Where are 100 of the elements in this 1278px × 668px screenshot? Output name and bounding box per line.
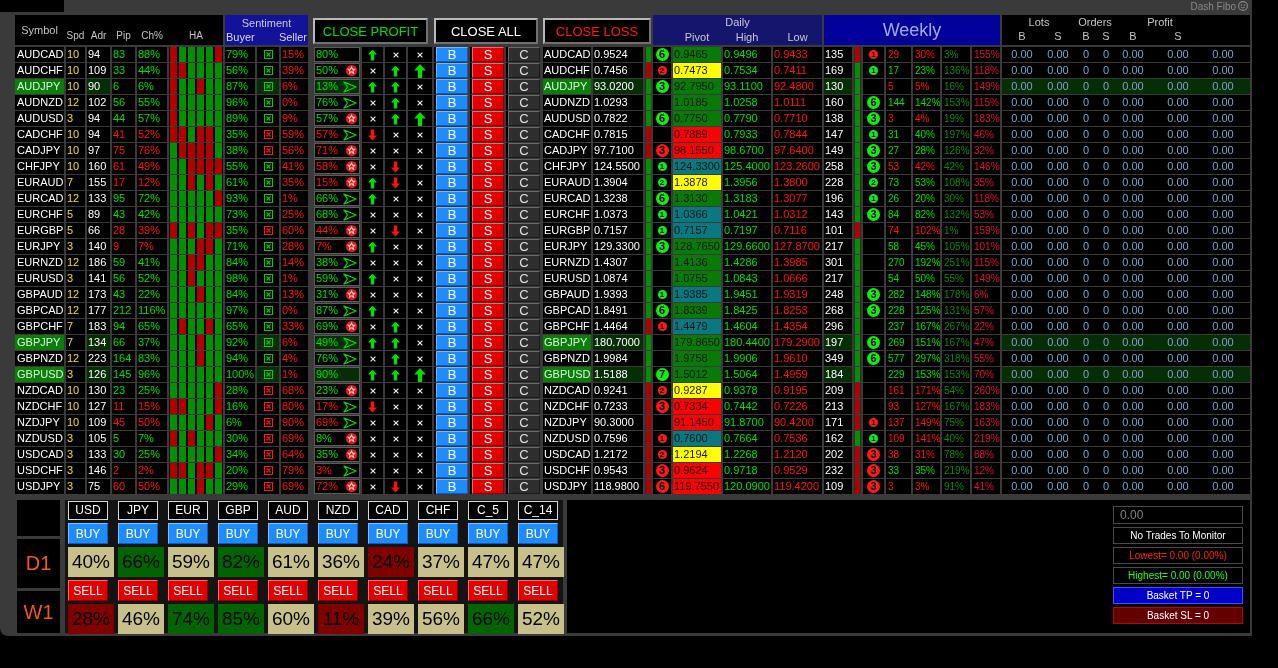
buy-button[interactable]: B xyxy=(436,111,468,126)
close-button[interactable]: C xyxy=(508,143,540,158)
symbol-cell[interactable]: USDCAD xyxy=(15,447,64,462)
symbol-cell[interactable]: EURCHF xyxy=(543,207,591,222)
buy-button[interactable]: B xyxy=(436,335,468,350)
sell-button[interactable]: S xyxy=(472,447,504,462)
sell-button[interactable]: SELL xyxy=(168,580,208,601)
sell-button[interactable]: S xyxy=(472,79,504,94)
symbol-cell[interactable]: AUDUSD xyxy=(543,111,591,126)
symbol-cell[interactable]: EURCAD xyxy=(15,191,64,206)
buy-button[interactable]: B xyxy=(436,367,468,382)
symbol-cell[interactable]: USDCHF xyxy=(15,463,64,478)
close-button[interactable]: C xyxy=(508,367,540,382)
sell-button[interactable]: S xyxy=(472,351,504,366)
symbol-cell[interactable]: GBPNZD xyxy=(15,351,64,366)
close-button[interactable]: C xyxy=(508,63,540,78)
symbol-cell[interactable]: EURCHF xyxy=(15,207,64,222)
symbol-cell[interactable]: USDJPY xyxy=(543,479,591,494)
sell-button[interactable]: SELL xyxy=(368,580,408,601)
symbol-cell[interactable]: AUDCAD xyxy=(543,47,591,62)
close-button[interactable]: C xyxy=(508,287,540,302)
close-button[interactable]: C xyxy=(508,127,540,142)
symbol-cell[interactable]: EURAUD xyxy=(543,175,591,190)
symbol-cell[interactable]: GBPCAD xyxy=(543,303,591,318)
close-profit-button[interactable]: CLOSE PROFIT xyxy=(313,18,428,44)
buy-button[interactable]: BUY xyxy=(68,523,108,544)
symbol-cell[interactable]: GBPJPY xyxy=(543,335,591,350)
buy-button[interactable]: B xyxy=(436,175,468,190)
sell-button[interactable]: S xyxy=(472,95,504,110)
buy-button[interactable]: BUY xyxy=(468,523,508,544)
close-button[interactable]: C xyxy=(508,111,540,126)
sell-button[interactable]: S xyxy=(472,47,504,62)
sell-button[interactable]: S xyxy=(472,63,504,78)
buy-button[interactable]: B xyxy=(436,63,468,78)
symbol-cell[interactable]: GBPAUD xyxy=(543,287,591,302)
sell-button[interactable]: S xyxy=(472,319,504,334)
close-button[interactable]: C xyxy=(508,399,540,414)
sell-button[interactable]: S xyxy=(472,415,504,430)
symbol-cell[interactable]: EURGBP xyxy=(543,223,591,238)
symbol-cell[interactable]: AUDNZD xyxy=(15,95,64,110)
symbol-cell[interactable]: USDCAD xyxy=(543,447,591,462)
sell-button[interactable]: S xyxy=(472,175,504,190)
close-button[interactable]: C xyxy=(508,335,540,350)
symbol-cell[interactable]: EURNZD xyxy=(15,255,64,270)
symbol-cell[interactable]: GBPCHF xyxy=(543,319,591,334)
symbol-cell[interactable]: GBPAUD xyxy=(15,287,64,302)
close-button[interactable]: C xyxy=(508,207,540,222)
sell-button[interactable]: S xyxy=(472,255,504,270)
symbol-cell[interactable]: AUDCHF xyxy=(543,63,591,78)
symbol-cell[interactable]: NZDCAD xyxy=(15,383,64,398)
close-button[interactable]: C xyxy=(508,159,540,174)
symbol-cell[interactable]: GBPCAD xyxy=(15,303,64,318)
symbol-cell[interactable]: GBPUSD xyxy=(543,367,591,382)
symbol-cell[interactable]: AUDUSD xyxy=(15,111,64,126)
close-button[interactable]: C xyxy=(508,191,540,206)
symbol-cell[interactable]: AUDJPY xyxy=(543,79,591,94)
symbol-cell[interactable]: EURAUD xyxy=(15,175,64,190)
sell-button[interactable]: S xyxy=(472,143,504,158)
close-button[interactable]: C xyxy=(508,319,540,334)
symbol-cell[interactable]: USDJPY xyxy=(15,479,64,494)
close-button[interactable]: C xyxy=(508,255,540,270)
sell-button[interactable]: S xyxy=(472,271,504,286)
buy-button[interactable]: BUY xyxy=(168,523,208,544)
symbol-cell[interactable]: AUDCHF xyxy=(15,63,64,78)
symbol-cell[interactable]: GBPNZD xyxy=(543,351,591,366)
buy-button[interactable]: B xyxy=(436,47,468,62)
symbol-cell[interactable]: CADCHF xyxy=(15,127,64,142)
symbol-cell[interactable]: NZDCHF xyxy=(15,399,64,414)
sell-button[interactable]: S xyxy=(472,463,504,478)
buy-button[interactable]: B xyxy=(436,255,468,270)
buy-button[interactable]: B xyxy=(436,351,468,366)
symbol-cell[interactable]: EURJPY xyxy=(15,239,64,254)
sell-button[interactable]: SELL xyxy=(518,580,558,601)
buy-button[interactable]: B xyxy=(436,127,468,142)
symbol-cell[interactable]: GBPCHF xyxy=(15,319,64,334)
close-button[interactable]: C xyxy=(508,223,540,238)
symbol-cell[interactable]: EURJPY xyxy=(543,239,591,254)
buy-button[interactable]: BUY xyxy=(268,523,308,544)
close-button[interactable]: C xyxy=(508,239,540,254)
close-loss-button[interactable]: CLOSE LOSS xyxy=(543,18,651,44)
symbol-cell[interactable]: EURUSD xyxy=(543,271,591,286)
symbol-cell[interactable]: NZDUSD xyxy=(543,431,591,446)
close-all-button[interactable]: CLOSE ALL xyxy=(434,18,538,44)
symbol-cell[interactable]: CHFJPY xyxy=(543,159,591,174)
close-button[interactable]: C xyxy=(508,431,540,446)
close-button[interactable]: C xyxy=(508,415,540,430)
symbol-cell[interactable]: CHFJPY xyxy=(15,159,64,174)
buy-button[interactable]: B xyxy=(436,79,468,94)
close-button[interactable]: C xyxy=(508,351,540,366)
close-button[interactable]: C xyxy=(508,479,540,494)
buy-button[interactable]: BUY xyxy=(368,523,408,544)
sell-button[interactable]: SELL xyxy=(118,580,158,601)
symbol-cell[interactable]: NZDJPY xyxy=(543,415,591,430)
buy-button[interactable]: BUY xyxy=(218,523,258,544)
close-button[interactable]: C xyxy=(508,303,540,318)
buy-button[interactable]: BUY xyxy=(118,523,158,544)
sell-button[interactable]: S xyxy=(472,239,504,254)
buy-button[interactable]: B xyxy=(436,463,468,478)
buy-button[interactable]: B xyxy=(436,223,468,238)
sell-button[interactable]: SELL xyxy=(218,580,258,601)
